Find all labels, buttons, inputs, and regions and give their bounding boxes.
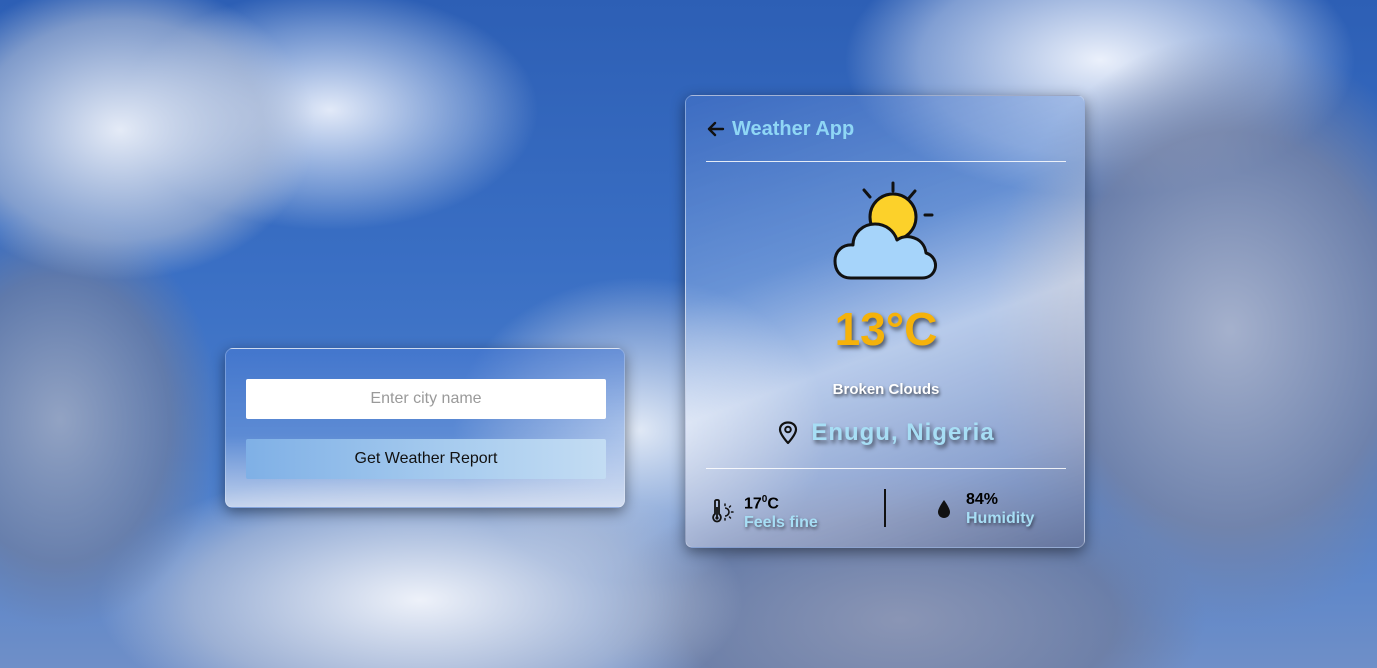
city-input[interactable]: [246, 379, 606, 419]
humidity-text: 84% Humidity: [966, 490, 1034, 528]
stats-divider: [706, 468, 1066, 469]
temperature-value: 13: [834, 303, 886, 355]
feels-like-label: Feels fine: [744, 514, 818, 532]
humidity-value: 84%: [966, 491, 999, 508]
thermometer-sun-icon: [712, 499, 734, 523]
weather-description: Broken Clouds: [832, 381, 940, 398]
stats-separator: [884, 489, 886, 527]
feels-like-text: 170C Feels fine: [744, 490, 818, 532]
temperature-unit: °C: [885, 303, 938, 355]
get-weather-button[interactable]: Get Weather Report: [246, 439, 606, 479]
header-divider: [706, 161, 1066, 162]
temperature: 13°C: [686, 302, 1086, 356]
feels-like-value: 170C: [744, 490, 818, 513]
card-header: Weather App: [706, 116, 854, 142]
humidity-label: Humidity: [966, 510, 1035, 527]
location-name: Enugu, Nigeria: [811, 419, 995, 446]
weather-card: Weather App 13°C Broken Clouds Enugu, Ni…: [685, 95, 1085, 548]
humidity-stat: 84% Humidity: [930, 490, 1034, 528]
feels-like-number: 17: [744, 495, 762, 513]
weather-stats: 170C Feels fine 84% Humidity: [686, 484, 1086, 534]
arrow-left-icon[interactable]: [706, 119, 726, 139]
partly-cloudy-icon: [833, 181, 937, 280]
app-title: Weather App: [732, 117, 855, 140]
location: Enugu, Nigeria: [686, 419, 1086, 447]
feels-like-stat: 170C Feels fine: [708, 490, 818, 532]
feels-like-unit: C: [767, 495, 779, 513]
search-panel: Get Weather Report: [225, 348, 625, 508]
droplet-icon: [938, 500, 950, 518]
map-pin-icon: [779, 421, 798, 445]
